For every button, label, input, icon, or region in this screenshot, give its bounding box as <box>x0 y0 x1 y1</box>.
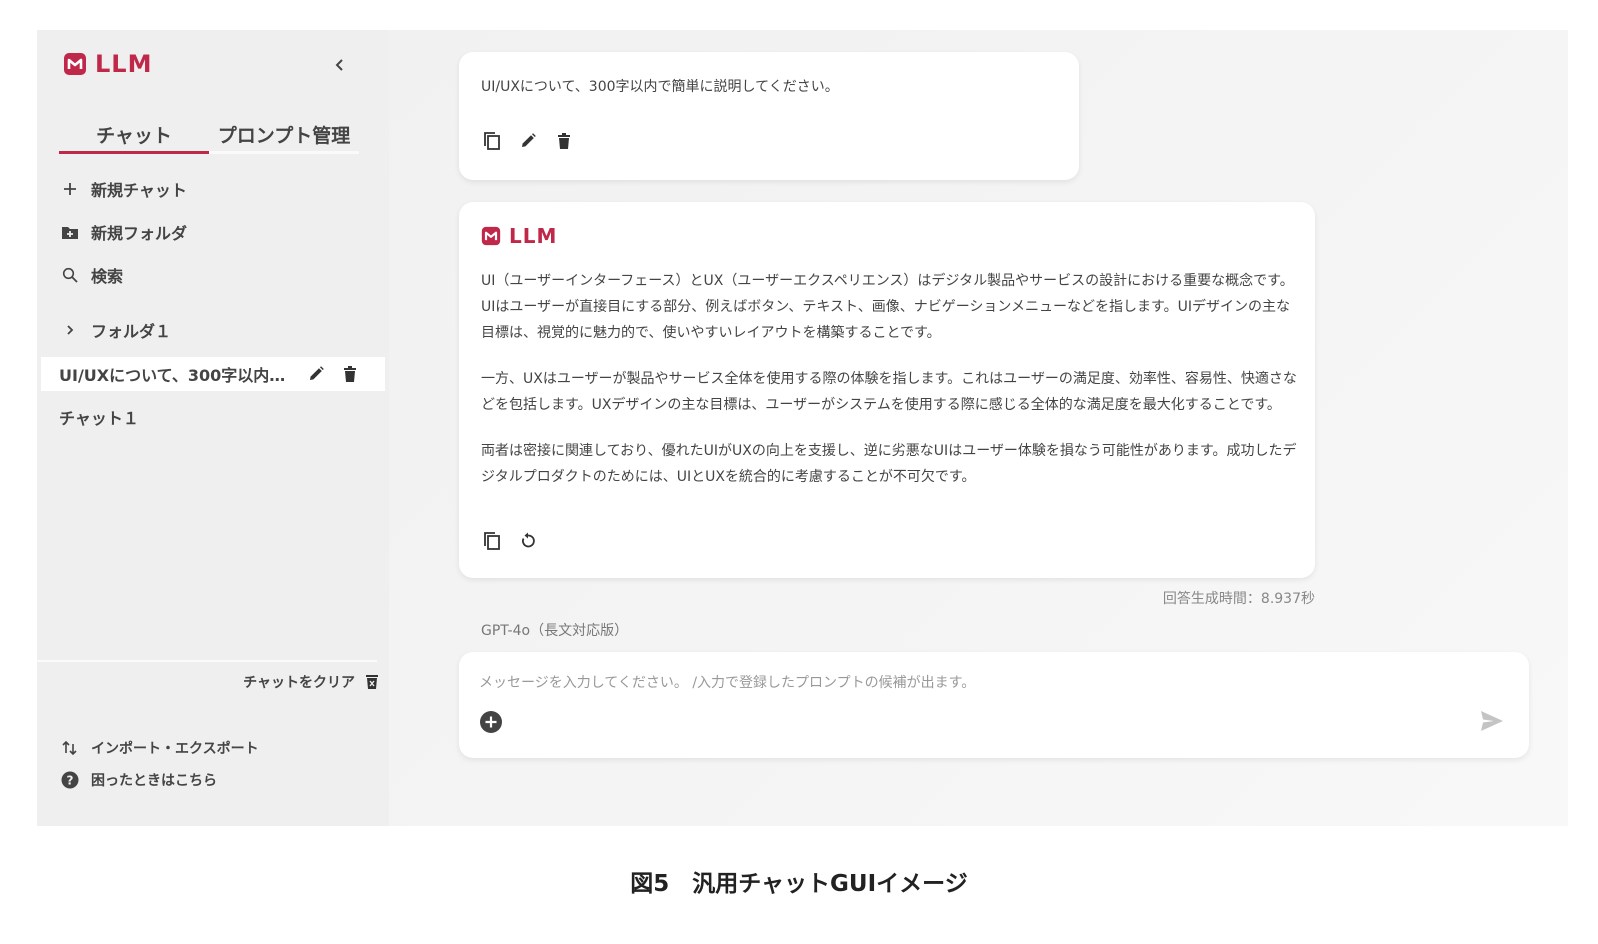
search-button[interactable]: 検索 <box>61 262 123 288</box>
assistant-name: LLM <box>509 224 558 248</box>
chevron-right-icon <box>61 321 79 339</box>
clear-chats-button[interactable]: チャットをクリア <box>243 672 379 692</box>
send-button[interactable] <box>1479 708 1505 734</box>
sidebar-folder-1[interactable]: フォルダ１ <box>61 317 171 343</box>
plus-icon <box>61 180 79 198</box>
chevron-left-icon <box>335 59 343 71</box>
llm-logo-icon <box>481 226 501 246</box>
edit-message-button[interactable] <box>517 130 539 152</box>
chat-title: チャット１ <box>59 409 139 428</box>
copy-icon <box>484 532 500 550</box>
delete-message-button[interactable] <box>553 130 575 152</box>
pencil-icon <box>310 366 324 380</box>
trash-icon <box>344 366 356 382</box>
chat-list-item-selected[interactable]: UI/UXについて、300字以内で簡単に説明してください。 <box>41 357 385 391</box>
search-icon <box>61 266 79 284</box>
help-button[interactable]: ? 困ったときはこちら <box>61 770 217 790</box>
sidebar-tabs: チャット プロンプト管理 <box>59 122 359 154</box>
import-export-label: インポート・エクスポート <box>91 741 259 757</box>
collapse-sidebar-button[interactable] <box>327 52 353 78</box>
attach-button[interactable] <box>479 710 503 734</box>
help-icon: ? <box>61 771 79 789</box>
assistant-brand: LLM <box>481 224 557 248</box>
refresh-icon <box>522 532 535 548</box>
regenerate-button[interactable] <box>517 530 539 552</box>
pencil-icon <box>522 133 536 147</box>
svg-text:?: ? <box>67 774 74 788</box>
chat-main: UI/UXについて、300字以内で簡単に説明してください。 LLM UI（ユーザ… <box>389 30 1568 826</box>
chat-title: UI/UXについて、300字以内で簡単に説明してください。 <box>59 366 295 385</box>
assistant-paragraph: 一方、UXはユーザーが製品やサービス全体を使用する際の体験を指します。これはユー… <box>481 371 1297 413</box>
import-export-icon <box>61 739 79 757</box>
clear-chats-label: チャットをクリア <box>243 675 355 691</box>
folder-label: フォルダ１ <box>91 322 172 341</box>
brand-name: LLM <box>95 50 153 78</box>
copy-response-button[interactable] <box>481 530 503 552</box>
tab-chat[interactable]: チャット <box>59 122 209 154</box>
new-folder-button[interactable]: 新規フォルダ <box>61 219 187 245</box>
plus-circle-icon <box>480 711 502 733</box>
new-chat-button[interactable]: 新規チャット <box>61 176 187 202</box>
assistant-message-text: UI（ユーザーインターフェース）とUX（ユーザーエクスペリエンス）はデジタル製品… <box>481 268 1297 510</box>
new-folder-label: 新規フォルダ <box>91 224 188 243</box>
trash-icon <box>558 133 570 149</box>
copy-message-button[interactable] <box>481 130 503 152</box>
user-message-text: UI/UXについて、300字以内で簡単に説明してください。 <box>481 79 839 95</box>
chat-list-item[interactable]: チャット１ <box>41 400 385 434</box>
trash-x-icon <box>365 674 379 690</box>
chat-app-window: LLM チャット プロンプト管理 新規チャット 新規フォルダ 検索 フォルダ１ … <box>37 30 1568 826</box>
sidebar: LLM チャット プロンプト管理 新規チャット 新規フォルダ 検索 フォルダ１ … <box>37 30 389 826</box>
message-composer <box>459 652 1529 758</box>
brand: LLM <box>63 50 152 78</box>
sidebar-divider <box>37 660 377 662</box>
help-label: 困ったときはこちら <box>91 773 217 789</box>
generation-time: 回答生成時間：8.937秒 <box>1162 591 1315 607</box>
copy-icon <box>484 132 500 150</box>
edit-chat-button[interactable] <box>305 363 327 385</box>
tab-prompt-management[interactable]: プロンプト管理 <box>209 122 359 151</box>
import-export-button[interactable]: インポート・エクスポート <box>61 738 259 758</box>
send-icon <box>1481 711 1503 731</box>
new-chat-label: 新規チャット <box>91 181 187 200</box>
figure-caption: 図5 汎用チャットGUIイメージ <box>630 871 968 897</box>
assistant-paragraph: UI（ユーザーインターフェース）とUX（ユーザーエクスペリエンス）はデジタル製品… <box>481 273 1294 341</box>
search-label: 検索 <box>91 267 124 286</box>
llm-logo-icon <box>64 53 86 75</box>
message-input[interactable] <box>479 670 1439 696</box>
assistant-message-card: LLM UI（ユーザーインターフェース）とUX（ユーザーエクスペリエンス）はデジ… <box>459 202 1315 578</box>
delete-chat-button[interactable] <box>339 363 361 385</box>
folder-plus-icon <box>61 223 79 241</box>
user-message-card: UI/UXについて、300字以内で簡単に説明してください。 <box>459 52 1079 180</box>
model-label[interactable]: GPT-4o（長文対応版） <box>481 620 628 640</box>
assistant-paragraph: 両者は密接に関連しており、優れたUIがUXの向上を支援し、逆に劣悪なUIはユーザ… <box>481 443 1297 485</box>
